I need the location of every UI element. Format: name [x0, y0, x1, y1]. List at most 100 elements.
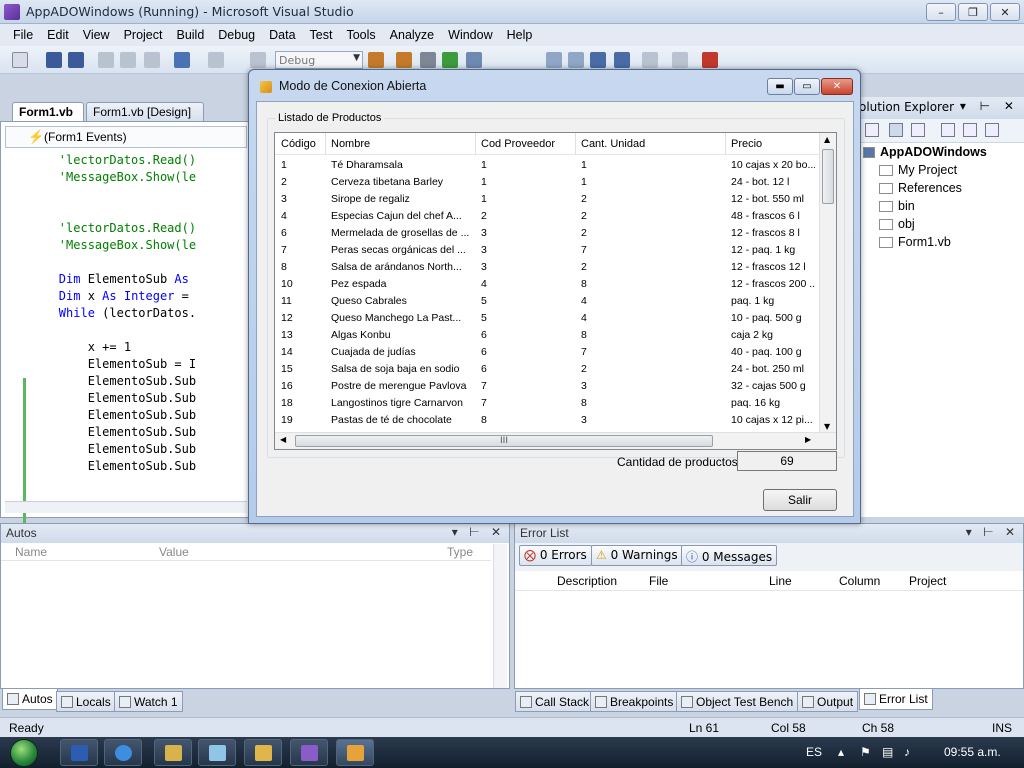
tree-item-bin[interactable]: bin	[879, 199, 915, 213]
menu-test[interactable]: Test	[303, 28, 340, 42]
menu-file[interactable]: File	[6, 28, 40, 42]
menu-tools[interactable]: Tools	[339, 28, 382, 42]
table-row[interactable]: 16 Postre de merengue Pavlova 7 3 32 - cajas…	[275, 378, 821, 395]
refresh-icon[interactable]	[911, 123, 925, 137]
col-codigo[interactable]: Código	[281, 138, 316, 150]
restart-icon[interactable]	[614, 52, 630, 68]
errors-filter-button[interactable]: ⨂ 0 Errors	[519, 545, 592, 566]
minimize-button[interactable]: –	[926, 3, 956, 21]
col-nombre[interactable]: Nombre	[331, 138, 370, 150]
tree-item-obj[interactable]: obj	[879, 217, 915, 231]
taskbar-visual-studio[interactable]	[290, 739, 328, 766]
dialog-maximize-button[interactable]: ▭	[794, 78, 820, 95]
pane-controls-icon[interactable]: ▾ ⊢ ✕	[960, 99, 1019, 113]
view-designer-icon[interactable]	[963, 123, 977, 137]
breakpoint-icon[interactable]	[702, 52, 718, 68]
autos-scrollbar[interactable]	[493, 544, 507, 688]
col-precio[interactable]: Precio	[731, 138, 762, 150]
volume-icon[interactable]: ♪	[904, 745, 910, 759]
pane-controls-icon[interactable]: ▾ ⊢ ✕	[452, 525, 505, 539]
taskbar-ie[interactable]	[104, 739, 142, 766]
scroll-left-icon[interactable]: ◀	[280, 435, 286, 444]
tab-locals[interactable]: Locals	[56, 691, 116, 712]
col-project[interactable]: Project	[909, 574, 946, 588]
cut-icon[interactable]	[98, 52, 114, 68]
menu-view[interactable]: View	[76, 28, 117, 42]
new-project-icon[interactable]	[12, 52, 28, 68]
warnings-filter-button[interactable]: ⚠ 0 Warnings	[591, 545, 683, 566]
network-icon[interactable]: ▤	[882, 745, 893, 759]
tab-breakpoints[interactable]: Breakpoints	[590, 691, 679, 712]
col-line[interactable]: Line	[769, 574, 792, 588]
toolbox-icon[interactable]	[420, 52, 436, 68]
table-row[interactable]: 15 Salsa de soja baja en sodio 6 2 24 - bot.…	[275, 361, 821, 378]
tree-item-form1[interactable]: Form1.vb	[879, 235, 951, 249]
editor-hscrollbar[interactable]	[5, 501, 247, 513]
col-description[interactable]: Description	[557, 574, 617, 588]
taskbar-app-form[interactable]	[336, 739, 374, 766]
table-row[interactable]: 10 Pez espada 4 8 12 - frascos 200 ...	[275, 276, 821, 293]
table-row[interactable]: 2 Cerveza tibetana Barley 1 1 24 - bot. 12 l	[275, 174, 821, 191]
undo-icon[interactable]	[174, 52, 190, 68]
tab-form1-design[interactable]: Form1.vb [Design]	[86, 102, 204, 121]
table-row[interactable]: 14 Cuajada de judías 6 7 40 - paq. 100 g	[275, 344, 821, 361]
maximize-button[interactable]: ❐	[958, 3, 988, 21]
redo-icon[interactable]	[208, 52, 224, 68]
close-button[interactable]: ✕	[990, 3, 1020, 21]
taskbar-tool[interactable]	[154, 739, 192, 766]
count-textbox[interactable]: 69	[737, 451, 837, 471]
start-button[interactable]	[4, 737, 44, 768]
table-row[interactable]: 18 Langostinos tigre Carnarvon 7 8 paq. 16 k…	[275, 395, 821, 412]
pane-controls-icon[interactable]: ▾ ⊢ ✕	[966, 525, 1019, 539]
tab-call-stack[interactable]: Call Stack	[515, 691, 595, 712]
table-row[interactable]: 3 Sirope de regaliz 1 2 12 - bot. 550 ml	[275, 191, 821, 208]
pause-icon[interactable]	[568, 52, 584, 68]
products-listview[interactable]: Código Nombre Cod Proveedor Cant. Unidad…	[274, 132, 837, 450]
table-row[interactable]: 7 Peras secas orgánicas del ... 3 7 12 - paq…	[275, 242, 821, 259]
scroll-down-icon[interactable]: ▼	[824, 422, 830, 431]
language-indicator[interactable]: ES	[806, 745, 822, 759]
exit-button[interactable]: Salir	[763, 489, 837, 511]
table-row[interactable]: 1 Té Dharamsala 1 1 10 cajas x 20 bo...	[275, 157, 821, 174]
menu-analyze[interactable]: Analyze	[383, 28, 441, 42]
show-all-files-icon[interactable]	[889, 123, 903, 137]
menu-project[interactable]: Project	[117, 28, 170, 42]
properties-icon[interactable]	[396, 52, 412, 68]
window-icon[interactable]	[466, 52, 482, 68]
tab-form1-code[interactable]: Form1.vb	[12, 102, 84, 121]
save-all-icon[interactable]	[68, 52, 84, 68]
menu-help[interactable]: Help	[500, 28, 540, 42]
tab-watch1[interactable]: Watch 1	[114, 691, 183, 712]
col-type[interactable]: Type	[447, 545, 473, 559]
vscroll-thumb[interactable]	[822, 149, 834, 204]
menu-data[interactable]: Data	[262, 28, 302, 42]
dialog-close-button[interactable]: ✕	[821, 78, 853, 95]
show-next-statement-icon[interactable]	[642, 52, 658, 68]
col-column[interactable]: Column	[839, 574, 880, 588]
hscroll-thumb[interactable]: III	[295, 435, 713, 447]
taskbar-word[interactable]	[60, 739, 98, 766]
run-icon[interactable]	[442, 52, 458, 68]
tab-error-list[interactable]: Error List	[859, 689, 933, 710]
properties-icon[interactable]	[865, 123, 879, 137]
table-row[interactable]: 13 Algas Konbu 6 8 caja 2 kg	[275, 327, 821, 344]
tab-output[interactable]: Output	[797, 691, 859, 712]
tab-autos[interactable]: Autos	[2, 689, 58, 710]
table-row[interactable]: 8 Salsa de arándanos North... 3 2 12 - frasc…	[275, 259, 821, 276]
find-icon[interactable]	[368, 52, 384, 68]
action-center-icon[interactable]: ⚑	[860, 745, 871, 759]
col-name[interactable]: Name	[15, 545, 47, 559]
step-into-icon[interactable]	[672, 52, 688, 68]
table-row[interactable]: 11 Queso Cabrales 5 4 paq. 1 kg	[275, 293, 821, 310]
col-cod-proveedor[interactable]: Cod Proveedor	[481, 138, 555, 150]
tree-item-my-project[interactable]: My Project	[879, 163, 957, 177]
col-cant-unidad[interactable]: Cant. Unidad	[581, 138, 645, 150]
continue-icon[interactable]	[546, 52, 562, 68]
tree-project-node[interactable]: AppADOWindows	[863, 145, 987, 159]
col-value[interactable]: Value	[159, 545, 189, 559]
table-row[interactable]: 4 Especias Cajun del chef A... 2 2 48 - fras…	[275, 208, 821, 225]
listview-vscrollbar[interactable]: ▲ ▼	[819, 133, 836, 433]
show-hidden-icons[interactable]: ▴	[838, 745, 844, 759]
col-file[interactable]: File	[649, 574, 668, 588]
scroll-right-icon[interactable]: ▶	[805, 435, 811, 444]
